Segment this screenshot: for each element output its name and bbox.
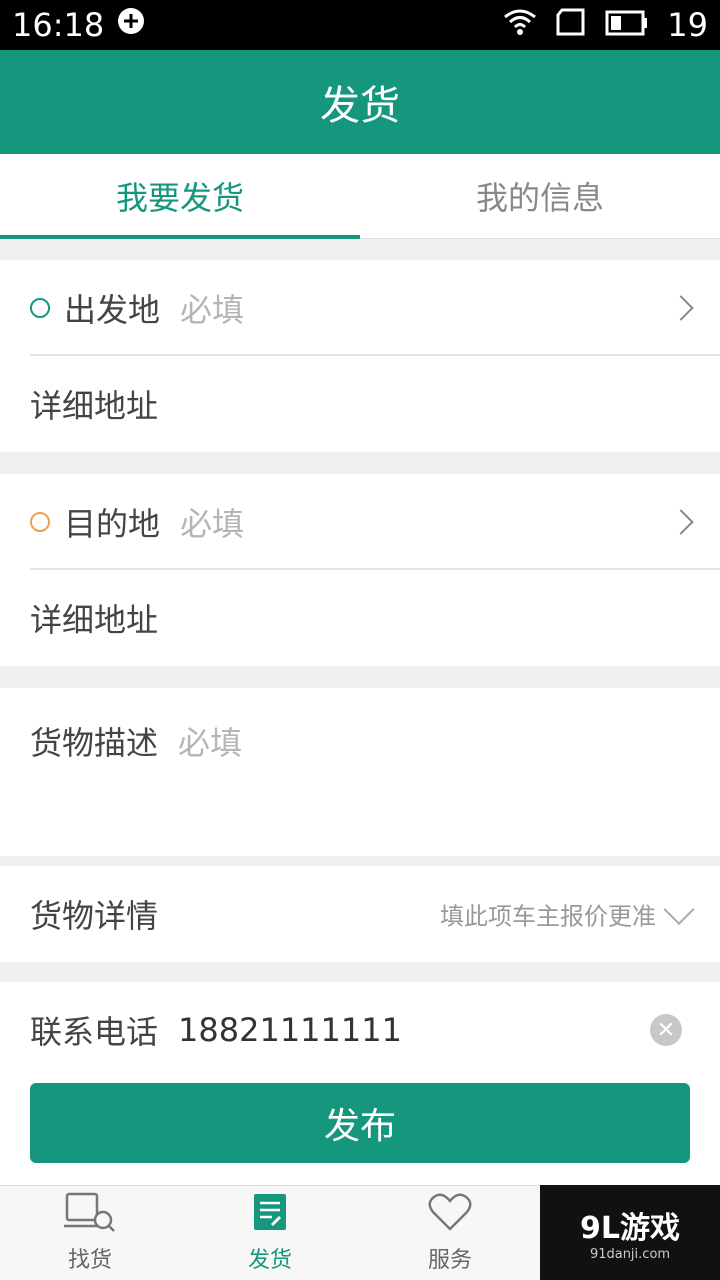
tab-label: 我的信息 [475, 179, 604, 217]
search-goods-icon [63, 1192, 117, 1238]
status-left: 16:18 [12, 6, 146, 44]
destination-placeholder: 必填 [180, 505, 245, 543]
destination-dot-icon [30, 512, 50, 532]
origin-dot-icon [30, 298, 50, 318]
sync-icon [116, 6, 146, 44]
destination-detail-label: 详细地址 [30, 601, 159, 639]
cargo-description-label: 货物描述 [30, 724, 159, 762]
destination-detail-field[interactable]: 详细地址 [0, 570, 720, 666]
publish-doc-icon [252, 1192, 288, 1238]
battery-level: 19 [667, 6, 708, 44]
origin-placeholder: 必填 [180, 291, 245, 329]
publish-button-label: 发布 [323, 1106, 396, 1147]
watermark-logo: 9L游戏 91danji.com [540, 1185, 720, 1280]
origin-label: 出发地 [64, 291, 161, 329]
cargo-details-row[interactable]: 货物详情 填此项车主报价更准 [0, 866, 720, 962]
cargo-description-section: 货物描述 必填 [0, 688, 720, 856]
cargo-description-placeholder: 必填 [178, 724, 243, 762]
tab-bar: 我要发货 我的信息 [0, 154, 720, 239]
publish-button[interactable]: 发布 [30, 1083, 690, 1163]
nav-label: 发货 [247, 1248, 292, 1273]
nav-item-publish[interactable]: 发货 [180, 1186, 360, 1280]
contact-phone-row: 联系电话 18821111111 ✕ [0, 982, 720, 1078]
clear-icon[interactable]: ✕ [650, 1014, 682, 1046]
chevron-down-icon [663, 893, 695, 925]
cargo-details-hint-group: 填此项车主报价更准 [440, 893, 695, 932]
status-bar: 16:18 19 [0, 0, 720, 50]
origin-detail-label: 详细地址 [30, 387, 159, 425]
destination-label: 目的地 [64, 505, 161, 543]
nav-label: 找货 [67, 1248, 112, 1273]
page-title: 发货 [320, 83, 400, 129]
nav-item-find-goods[interactable]: 找货 [0, 1186, 180, 1280]
destination-row[interactable]: 目的地 必填 [0, 474, 720, 570]
tab-label: 我要发货 [115, 179, 244, 217]
cargo-description-field[interactable]: 货物描述 必填 [0, 688, 720, 856]
status-right: 19 [503, 6, 708, 44]
watermark-main: 9L游戏 [580, 1211, 680, 1246]
heart-icon [428, 1192, 472, 1238]
nav-label: 服务 [427, 1248, 472, 1273]
chevron-right-icon [668, 295, 694, 321]
battery-icon [605, 6, 649, 44]
bottom-nav: 找货 发货 服务 9L游戏 91danji.com [0, 1185, 720, 1280]
chevron-right-icon [668, 509, 694, 535]
cargo-details-hint: 填此项车主报价更准 [440, 902, 656, 931]
tab-ship-goods[interactable]: 我要发货 [0, 154, 360, 239]
origin-detail-field[interactable]: 详细地址 [0, 356, 720, 452]
status-time: 16:18 [12, 6, 105, 44]
origin-section: 出发地 必填 详细地址 [0, 260, 720, 452]
cargo-details-section: 货物详情 填此项车主报价更准 [0, 866, 720, 962]
origin-row[interactable]: 出发地 必填 [0, 260, 720, 356]
page-header: 发货 [0, 50, 720, 154]
watermark-sub: 91danji.com [589, 1247, 671, 1262]
contact-phone-label: 联系电话 [30, 1013, 159, 1051]
tab-my-info[interactable]: 我的信息 [360, 154, 720, 238]
sim-card-icon [555, 6, 587, 44]
destination-section: 目的地 必填 详细地址 [0, 474, 720, 666]
wifi-icon [503, 6, 537, 44]
nav-item-service[interactable]: 服务 [360, 1186, 540, 1280]
contact-phone-input[interactable]: 18821111111 [178, 1011, 402, 1049]
cargo-details-label: 货物详情 [30, 897, 159, 935]
